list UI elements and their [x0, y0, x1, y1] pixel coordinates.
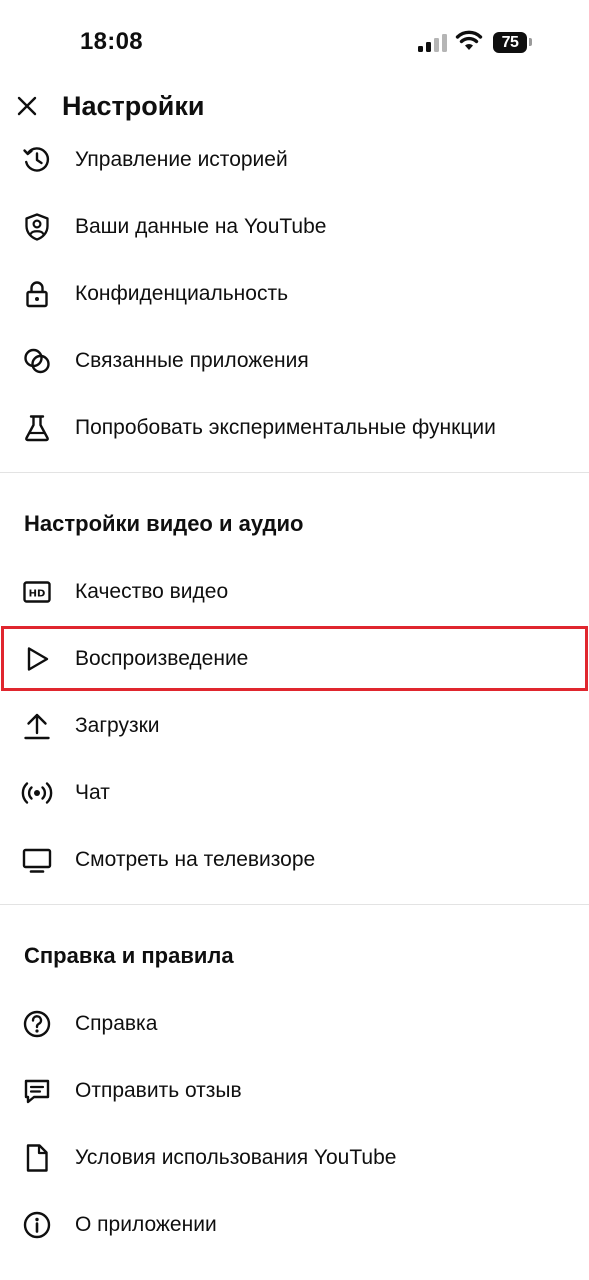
lock-icon — [21, 278, 53, 310]
settings-item-terms[interactable]: Условия использования YouTube — [0, 1124, 589, 1191]
settings-item-watch-on-tv[interactable]: Смотреть на телевизоре — [0, 826, 589, 893]
linked-circles-icon — [21, 345, 53, 377]
upload-icon — [21, 710, 53, 742]
hd-icon: HD — [21, 576, 53, 608]
history-icon — [21, 144, 53, 176]
help-circle-icon — [21, 1008, 53, 1040]
settings-item-label: Управление историей — [75, 147, 288, 171]
info-icon — [21, 1209, 53, 1241]
wifi-icon — [455, 30, 483, 52]
play-icon — [21, 643, 53, 675]
status-time: 18:08 — [80, 28, 143, 55]
settings-item-label: Загрузки — [75, 713, 160, 737]
settings-item-your-data[interactable]: Ваши данные на YouTube — [0, 193, 589, 260]
settings-item-label: Воспроизведение — [75, 646, 249, 670]
section-title-text: Справка и правила — [24, 943, 234, 968]
settings-item-label: Отправить отзыв — [75, 1078, 242, 1102]
settings-item-label: Конфиденциальность — [75, 281, 289, 305]
section-title: Настройки видео и аудио — [0, 473, 589, 536]
settings-item-label: Условия использования YouTube — [75, 1145, 397, 1169]
cellular-signal-icon — [417, 33, 447, 53]
settings-item-label: Попробовать экспериментальные функции — [75, 415, 496, 439]
settings-item-about[interactable]: О приложении — [0, 1191, 589, 1258]
settings-item-label: О приложении — [75, 1212, 217, 1236]
document-icon — [21, 1142, 53, 1174]
section-title: Справка и правила — [0, 905, 589, 968]
shield-person-icon — [21, 211, 53, 243]
battery-indicator: 75 — [493, 32, 527, 53]
settings-item-video-quality[interactable]: HD Качество видео — [0, 558, 589, 625]
svg-text:HD: HD — [29, 588, 46, 599]
settings-item-privacy[interactable]: Конфиденциальность — [0, 260, 589, 327]
settings-item-chat[interactable]: Чат — [0, 759, 589, 826]
settings-item-experimental[interactable]: Попробовать экспериментальные функции — [0, 394, 589, 461]
settings-list: Управление историей Ваши данные на YouTu… — [0, 126, 589, 1258]
settings-item-playback[interactable]: Воспроизведение — [0, 625, 589, 692]
feedback-icon — [21, 1075, 53, 1107]
tv-icon — [21, 844, 53, 876]
page-title: Настройки — [62, 91, 205, 121]
settings-item-history[interactable]: Управление историей — [0, 126, 589, 193]
settings-item-help[interactable]: Справка — [0, 990, 589, 1057]
settings-item-send-feedback[interactable]: Отправить отзыв — [0, 1057, 589, 1124]
settings-item-label: Смотреть на телевизоре — [75, 847, 316, 871]
settings-item-label: Качество видео — [75, 579, 229, 603]
settings-item-label: Ваши данные на YouTube — [75, 214, 327, 238]
flask-icon — [21, 412, 53, 444]
settings-item-label: Чат — [75, 780, 110, 804]
status-bar: 18:08 75 — [0, 0, 589, 86]
settings-item-label: Связанные приложения — [75, 348, 309, 372]
close-button[interactable] — [11, 90, 43, 122]
broadcast-icon — [21, 777, 53, 809]
settings-item-label: Справка — [75, 1011, 158, 1035]
battery-cap — [529, 38, 532, 46]
settings-item-downloads[interactable]: Загрузки — [0, 692, 589, 759]
settings-item-linked-apps[interactable]: Связанные приложения — [0, 327, 589, 394]
section-title-text: Настройки видео и аудио — [24, 511, 304, 536]
close-icon — [17, 96, 37, 116]
